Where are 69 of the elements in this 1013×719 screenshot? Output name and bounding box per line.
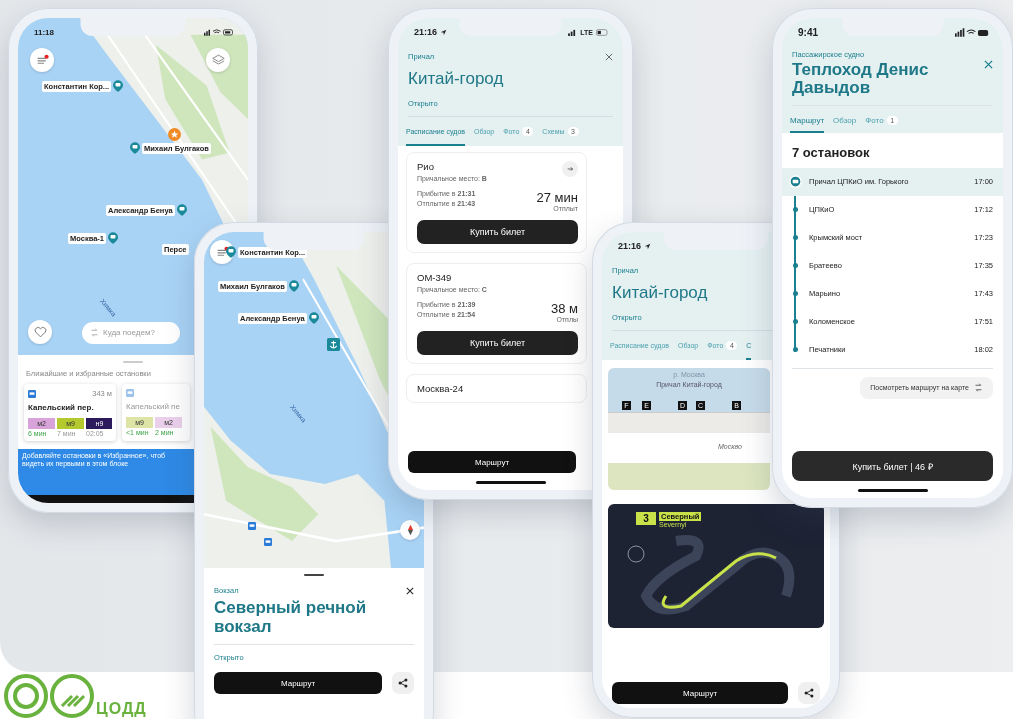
eta-value: 38 м — [551, 301, 578, 316]
buy-ticket-button[interactable]: Купить билет — [417, 220, 578, 244]
boat-pin-icon[interactable] — [113, 80, 124, 92]
route-icon — [90, 327, 99, 337]
location-arrow-icon — [644, 242, 652, 250]
place-title: Китай-город — [612, 283, 708, 303]
share-icon — [804, 688, 814, 698]
place-title: Северный речной вокзал — [214, 599, 368, 637]
stop-dot — [792, 319, 798, 325]
boat-pin-icon[interactable] — [288, 280, 299, 292]
boat-pin-icon[interactable] — [108, 232, 118, 244]
stop-dot — [792, 207, 798, 213]
status-icons — [204, 28, 234, 36]
status-time: 21:16 — [414, 27, 438, 37]
buy-ticket-button[interactable]: Купить билет — [417, 331, 578, 355]
vessel-name: Москва-24 — [417, 383, 464, 394]
share-button[interactable] — [798, 682, 820, 704]
route-button[interactable]: Маршрут — [612, 682, 788, 704]
route-number: 3 — [636, 512, 656, 525]
layers-icon — [211, 54, 225, 66]
route-icon — [974, 383, 983, 393]
stops-count: 7 остановок — [791, 143, 871, 162]
bus-stop-icon[interactable] — [264, 538, 272, 546]
bus-stop-icon — [126, 389, 134, 397]
heart-icon — [33, 326, 47, 338]
buy-ticket-button[interactable]: Купить билет | 46 ₽ — [792, 451, 993, 481]
route-button[interactable]: Маршрут — [214, 672, 382, 695]
stop-dot — [792, 291, 798, 297]
status-time: 9:41 — [798, 26, 818, 38]
close-icon[interactable] — [406, 586, 414, 595]
place-title: Китай-город — [408, 69, 504, 89]
stop-dot — [792, 347, 798, 353]
vessel-name: ОМ-349 — [417, 272, 453, 283]
vessel-card[interactable]: Москва-24 — [406, 374, 587, 403]
eta-value: 27 мин — [536, 190, 578, 205]
logo-text: ЦОДД — [96, 700, 147, 718]
logo-icon — [4, 674, 94, 718]
boat-pin-icon[interactable] — [226, 246, 236, 258]
bus-stop-icon[interactable] — [248, 522, 256, 530]
bus-stop-icon — [28, 389, 36, 398]
vessel-name: Рио — [417, 161, 435, 172]
battery-icon — [596, 28, 609, 36]
home-indicator — [857, 489, 928, 492]
share-button[interactable] — [392, 672, 414, 695]
status-time: 21:16 — [618, 241, 642, 251]
status-time: 11:18 — [34, 27, 55, 37]
star-pin-icon[interactable] — [168, 128, 181, 141]
sheet-handle[interactable] — [123, 361, 143, 363]
sheet-handle[interactable] — [304, 574, 324, 576]
stop-dot — [792, 235, 798, 241]
share-icon — [398, 678, 408, 689]
boat-pin-icon[interactable] — [176, 204, 187, 216]
boat-pin-icon[interactable] — [308, 312, 319, 324]
boat-stop-icon — [788, 175, 802, 189]
arrow-icon — [566, 166, 574, 172]
stop-dot — [792, 263, 798, 269]
tab[interactable]: Маршрут — [790, 115, 825, 133]
status-icons — [955, 27, 989, 37]
home-indicator — [475, 481, 546, 484]
menu-icon — [35, 54, 49, 66]
vessel-title: Теплоход Денис Давыдов — [792, 61, 930, 97]
location-arrow-icon — [440, 28, 448, 36]
stop-name: Капельский пер. — [28, 403, 95, 412]
signal-icon — [568, 28, 578, 36]
boat-pin-icon[interactable] — [130, 142, 140, 154]
anchor-icon[interactable] — [327, 338, 340, 351]
route-button[interactable]: Маршрут — [408, 451, 576, 473]
details-button[interactable] — [562, 161, 578, 177]
stop-name: Капельский пе — [126, 402, 181, 411]
